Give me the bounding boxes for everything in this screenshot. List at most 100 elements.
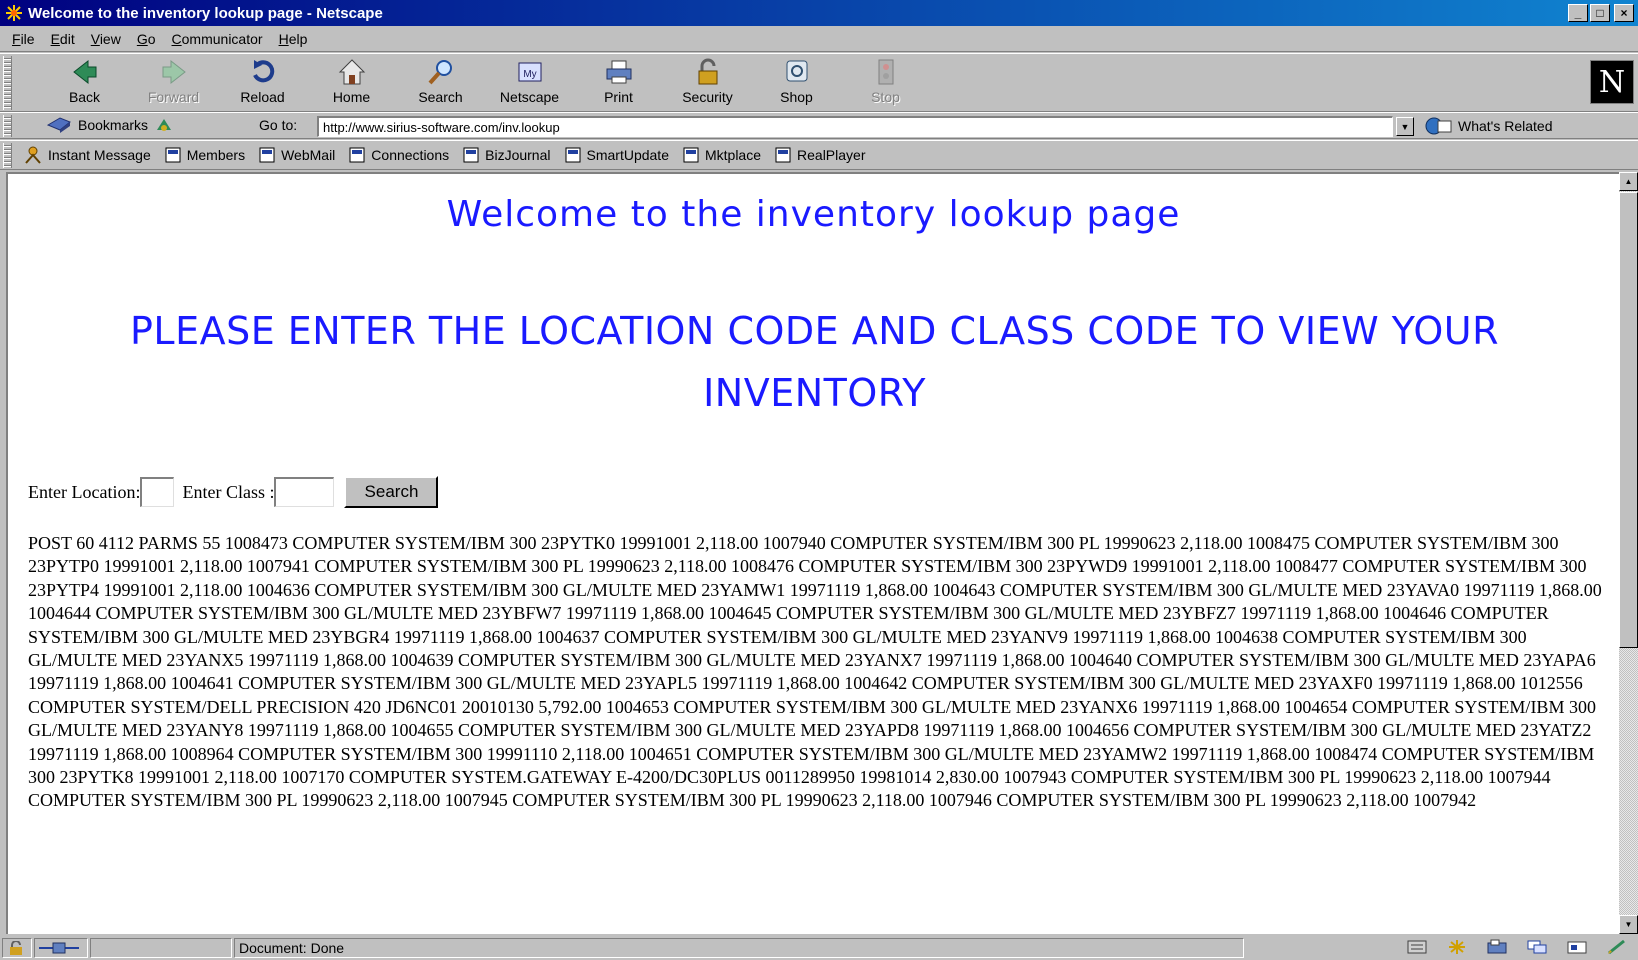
bookmarks-icon (46, 117, 71, 133)
search-button[interactable]: Search (344, 476, 439, 508)
location-input[interactable] (140, 477, 175, 507)
stop-button[interactable]: Stop (841, 57, 930, 109)
forward-arrow-icon (162, 59, 186, 85)
stop-label: Stop (871, 89, 900, 105)
maximize-button[interactable]: □ (1590, 4, 1610, 22)
forward-button[interactable]: Forward (129, 57, 218, 109)
search-icon (428, 60, 452, 85)
home-icon (338, 59, 365, 85)
bookmarks-label: Bookmarks (78, 117, 149, 133)
shop-label: Shop (780, 89, 813, 105)
smartupdate-link[interactable]: SmartUpdate (565, 147, 669, 163)
forward-label: Forward (147, 89, 200, 105)
navigator-tray-icon[interactable] (1406, 939, 1428, 955)
bookmarks-button[interactable]: Bookmarks (46, 116, 174, 134)
printer-icon (606, 60, 631, 84)
stop-icon (878, 59, 893, 85)
back-button[interactable]: Back (40, 57, 129, 109)
scroll-up-arrow-icon[interactable]: ▲ (1619, 172, 1638, 191)
url-dropdown-button[interactable]: ▼ (1396, 117, 1414, 136)
reload-icon (252, 60, 274, 83)
back-label: Back (68, 89, 101, 105)
discussion-tray-icon[interactable] (1526, 939, 1548, 955)
netscape-app-icon[interactable] (4, 3, 24, 23)
scroll-thumb[interactable] (1619, 192, 1638, 648)
page-proxy-icon[interactable] (154, 116, 174, 134)
realplayer-page-icon (775, 147, 791, 163)
navigation-toolbar: Back Forward Reload Home Search My Netsc… (0, 53, 1638, 112)
instant-message-link[interactable]: Instant Message (24, 146, 151, 164)
location-toolbar: Bookmarks Go to: ▼ What's Related (0, 112, 1638, 139)
title-bar[interactable]: Welcome to the inventory lookup page - N… (0, 0, 1638, 26)
whats-related-label: What's Related (1458, 118, 1553, 134)
my-netscape-icon: My (518, 62, 541, 82)
pen-tray-icon[interactable] (1606, 939, 1628, 955)
star-tray-icon[interactable] (1446, 939, 1468, 955)
menu-view[interactable]: View (83, 31, 129, 47)
personal-toolbar-grip[interactable] (3, 143, 12, 168)
members-link[interactable]: Members (165, 147, 245, 163)
menu-file[interactable]: File (4, 31, 43, 47)
url-input[interactable] (317, 116, 1393, 137)
home-button[interactable]: Home (307, 57, 396, 109)
menu-communicator[interactable]: Communicator (164, 31, 271, 47)
location-label: Enter Location: (28, 481, 141, 502)
location-toolbar-grip[interactable] (3, 115, 12, 137)
toolbar-grip[interactable] (3, 56, 12, 110)
search-toolbar-button[interactable]: Search (396, 57, 485, 109)
instant-message-icon (25, 146, 41, 164)
status-text: Document: Done (234, 938, 1244, 958)
mktplace-link[interactable]: Mktplace (683, 147, 761, 163)
vertical-scrollbar[interactable]: ▲ ▼ (1619, 172, 1638, 934)
progress-bar (90, 938, 232, 958)
inventory-results: POST 60 4112 PARMS 55 1008473 COMPUTER S… (28, 533, 1602, 811)
bizjournal-link[interactable]: BizJournal (463, 147, 551, 163)
members-page-icon (165, 147, 181, 163)
whats-related-button[interactable]: What's Related (1424, 116, 1553, 136)
webmail-page-icon (259, 147, 275, 163)
menu-bar: File Edit View Go Communicator Help (0, 26, 1638, 52)
search-label: Search (418, 89, 463, 105)
print-label: Print (604, 89, 633, 105)
menu-go[interactable]: Go (129, 31, 164, 47)
padlock-icon (698, 58, 717, 85)
security-button[interactable]: Security (663, 57, 752, 109)
netscape-label: Netscape (499, 89, 560, 105)
minimize-button[interactable]: _ (1568, 4, 1588, 22)
whats-related-icon (1425, 117, 1452, 135)
webmail-link[interactable]: WebMail (259, 147, 335, 163)
reload-button[interactable]: Reload (218, 57, 307, 109)
personal-toolbar: Instant Message Members WebMail Connecti… (0, 140, 1638, 170)
print-button[interactable]: Print (574, 57, 663, 109)
scroll-down-arrow-icon[interactable]: ▼ (1619, 915, 1638, 934)
menu-edit[interactable]: Edit (43, 31, 83, 47)
composer-tray-icon[interactable] (1566, 939, 1588, 955)
connection-status-icon (34, 938, 88, 958)
reload-label: Reload (240, 89, 285, 105)
svg-text:My: My (523, 69, 536, 80)
window-title: Welcome to the inventory lookup page - N… (28, 4, 383, 22)
welcome-heading: Welcome to the inventory lookup page (446, 194, 1181, 235)
lookup-form: Enter Location: Enter Class : Search (28, 476, 439, 508)
menu-help[interactable]: Help (271, 31, 316, 47)
netscape-button[interactable]: My Netscape (485, 57, 574, 109)
security-label: Security (682, 89, 733, 105)
class-label: Enter Class : (182, 481, 275, 502)
realplayer-link[interactable]: RealPlayer (775, 147, 866, 163)
shop-icon (786, 60, 807, 82)
component-bar (1406, 939, 1628, 955)
status-bar: Document: Done (0, 936, 1638, 960)
page-content: Welcome to the inventory lookup page PLE… (6, 172, 1619, 934)
back-arrow-icon (72, 59, 96, 85)
security-status-icon[interactable] (2, 938, 32, 958)
home-label: Home (332, 89, 371, 105)
close-button[interactable]: × (1614, 4, 1634, 22)
netscape-throbber-logo[interactable]: N (1590, 60, 1634, 104)
class-input[interactable] (274, 477, 335, 507)
shop-button[interactable]: Shop (752, 57, 841, 109)
instruction-heading: PLEASE ENTER THE LOCATION CODE AND CLASS… (129, 309, 1500, 415)
connections-page-icon (349, 147, 365, 163)
connections-link[interactable]: Connections (349, 147, 449, 163)
mail-tray-icon[interactable] (1486, 939, 1508, 955)
goto-label: Go to: (259, 117, 298, 133)
